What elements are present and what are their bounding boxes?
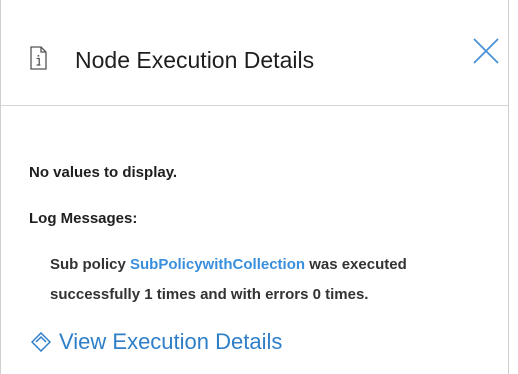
document-info-icon [30,46,47,70]
sub-policy-link[interactable]: SubPolicywithCollection [130,256,305,273]
log-messages-heading: Log Messages: [29,210,138,227]
no-values-message: No values to display. [29,164,178,181]
view-execution-details-link[interactable]: View Execution Details [31,329,282,355]
panel-header: Node Execution Details [1,0,508,106]
panel-title: Node Execution Details [75,47,315,73]
node-execution-details-panel: Node Execution Details No values to disp… [0,0,509,374]
close-icon[interactable] [471,36,501,66]
diamond-arrow-icon [31,332,51,352]
view-execution-details-label: View Execution Details [59,329,283,354]
log-message-text: Sub policy SubPolicywithCollection was e… [50,250,500,310]
log-message-prefix: Sub policy [50,256,131,273]
